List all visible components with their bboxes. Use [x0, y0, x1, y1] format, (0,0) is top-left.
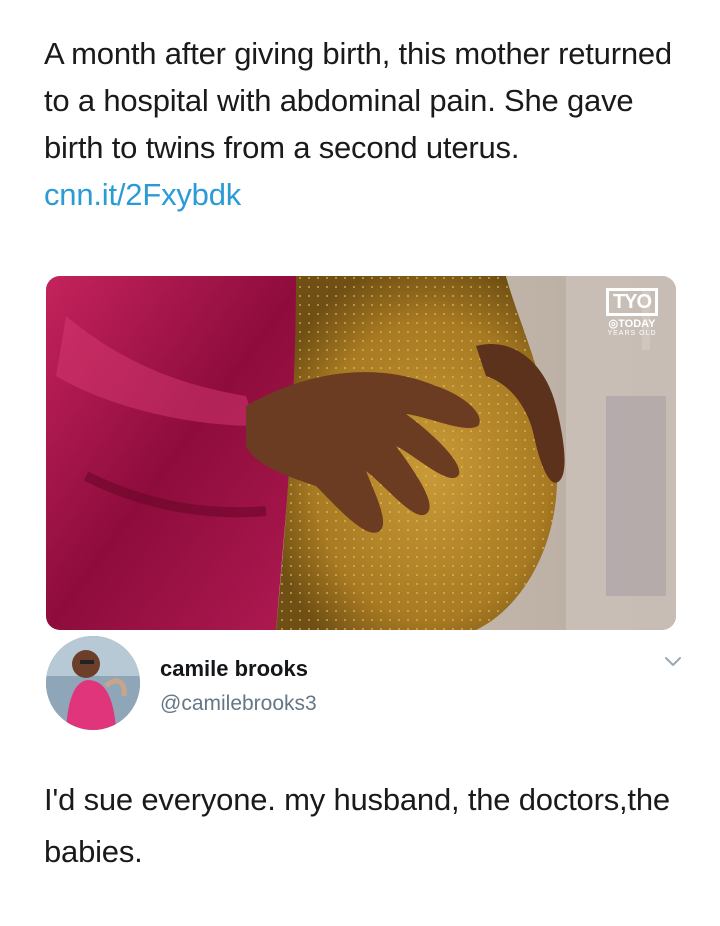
media-image[interactable]: TYO ◎TODAY YEARS OLD — [46, 276, 676, 630]
avatar-photo — [46, 636, 140, 730]
headline-link[interactable]: cnn.it/2Fxybdk — [44, 177, 241, 212]
reply-header: camile brooks @camilebrooks3 — [46, 636, 686, 736]
chevron-down-icon[interactable] — [662, 650, 684, 672]
user-handle[interactable]: @camilebrooks3 — [160, 692, 317, 716]
tyo-logo: TYO ◎TODAY YEARS OLD — [598, 288, 666, 338]
display-name[interactable]: camile brooks — [160, 656, 308, 682]
avatar[interactable] — [46, 636, 140, 730]
tyo-logo-main: TYO — [605, 288, 659, 316]
tyo-logo-years-old: YEARS OLD — [607, 330, 657, 337]
headline: A month after giving birth, this mother … — [44, 30, 684, 218]
headline-text: A month after giving birth, this mother … — [44, 36, 672, 165]
pregnancy-photo — [46, 276, 676, 630]
reply-text: I'd sue everyone. my husband, the doctor… — [44, 782, 670, 869]
tyo-logo-today: ◎TODAY — [608, 318, 656, 330]
